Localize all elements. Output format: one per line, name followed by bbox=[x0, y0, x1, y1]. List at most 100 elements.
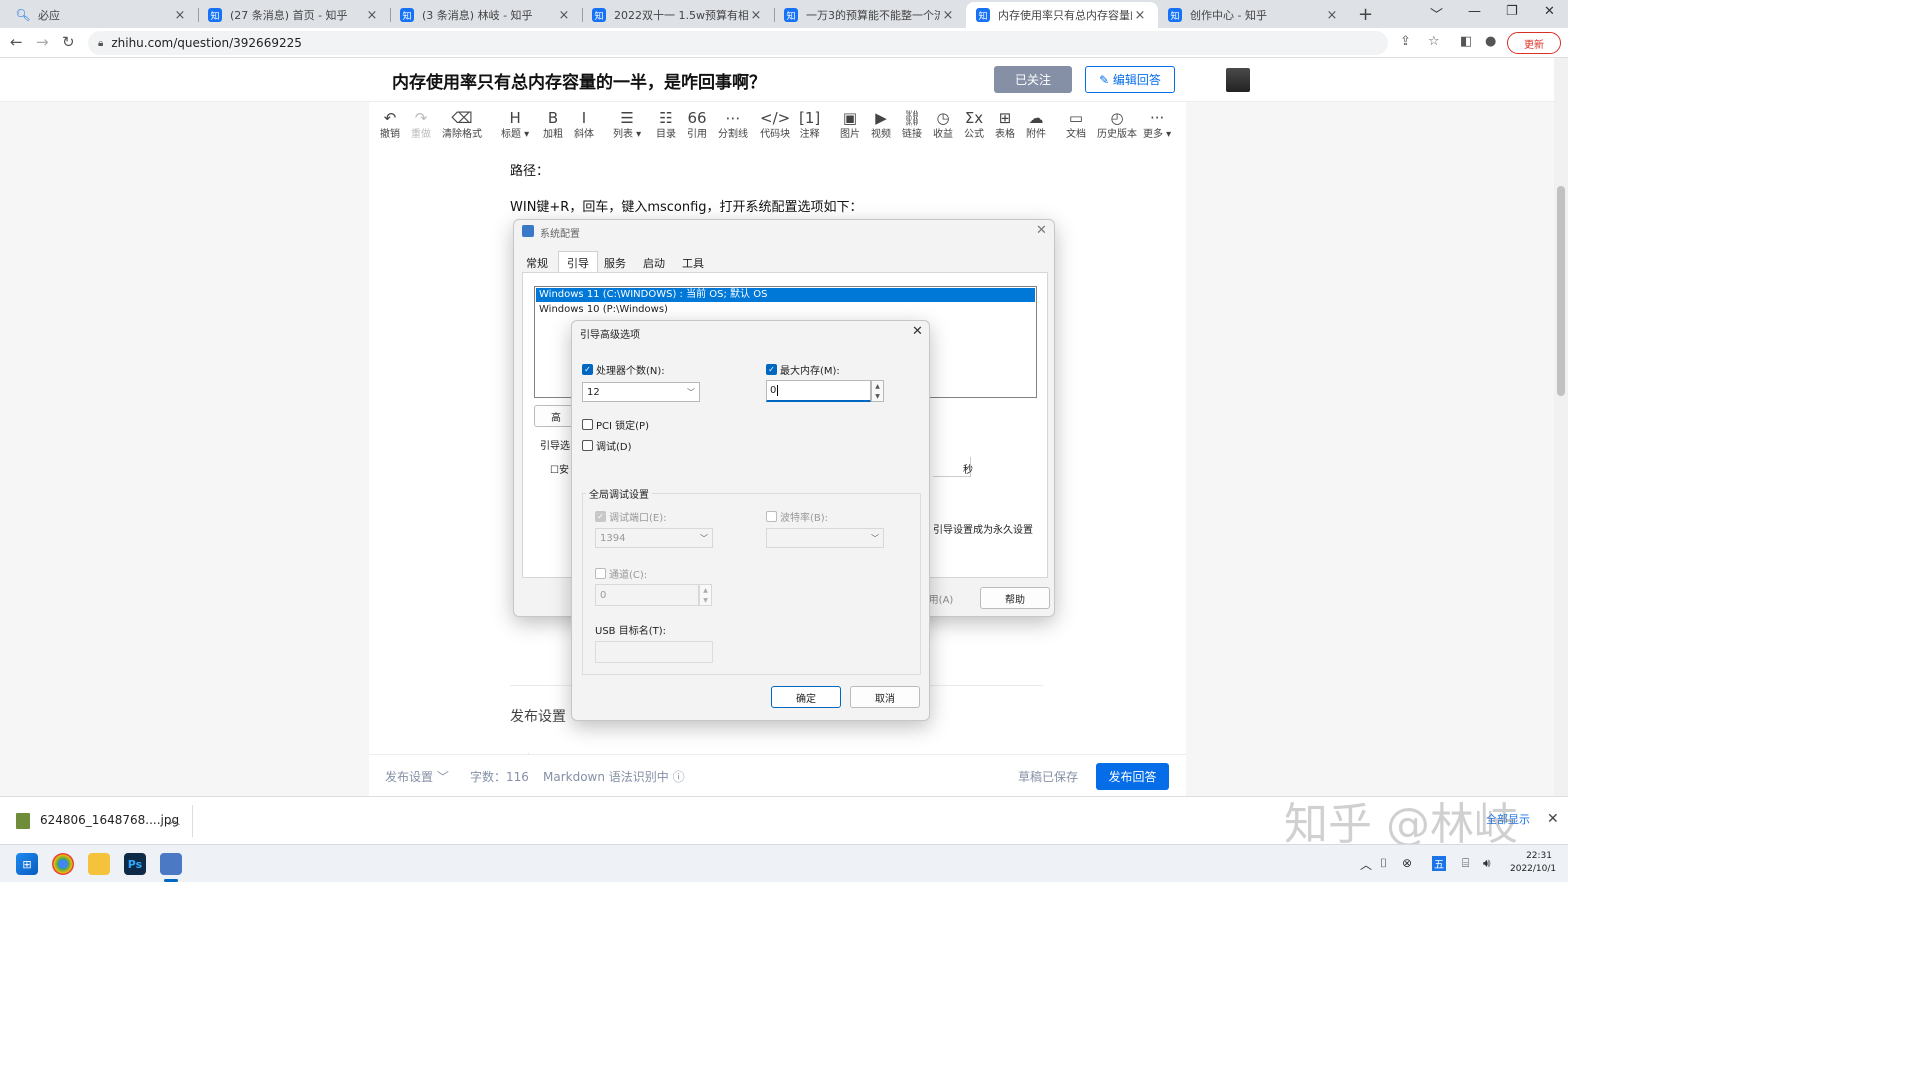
edit-answer-button[interactable]: ✎ 编辑回答 bbox=[1085, 66, 1175, 93]
bold-button[interactable]: B 加粗 bbox=[543, 108, 563, 141]
browser-tab-memory-question[interactable]: 知 内存使用率只有总内存容量的一… × bbox=[966, 2, 1158, 28]
ok-button[interactable]: 确定 bbox=[771, 686, 841, 708]
video-button[interactable]: ▶ 视频 bbox=[871, 108, 891, 141]
num-processors-select[interactable]: 12 ﹀ bbox=[582, 382, 700, 402]
list-item[interactable]: Windows 10 (P:\Windows) bbox=[536, 303, 1035, 317]
volume-icon[interactable]: 🔊︎ bbox=[1483, 856, 1491, 871]
minimize-icon[interactable]: — bbox=[1468, 4, 1481, 19]
page-scrollbar[interactable] bbox=[1554, 58, 1568, 796]
photoshop-icon[interactable]: Ps bbox=[124, 853, 146, 875]
browser-tab-linqi[interactable]: 知 (3 条消息) 林岐 - 知乎 × bbox=[390, 2, 582, 28]
bookmark-star-icon[interactable]: ☆ bbox=[1428, 34, 1440, 49]
close-icon[interactable]: × bbox=[1132, 8, 1148, 23]
close-icon[interactable]: × bbox=[748, 8, 764, 23]
followed-button[interactable]: 已关注 bbox=[994, 66, 1072, 93]
num-processors-checkbox[interactable]: ✓ 处理器个数(N): bbox=[582, 362, 665, 377]
browser-tab-zhihu-home[interactable]: 知 (27 条消息) 首页 - 知乎 × bbox=[198, 2, 390, 28]
spin-up-icon[interactable]: ▲ bbox=[703, 587, 708, 594]
link-button[interactable]: ⛓ 链接 bbox=[902, 108, 922, 141]
usb-icon[interactable]: ⌷ bbox=[1380, 856, 1387, 871]
max-memory-checkbox[interactable]: ✓ 最大内存(M): bbox=[766, 362, 840, 377]
debug-port-select[interactable]: 1394 ﹀ bbox=[595, 528, 713, 548]
footnote-button[interactable]: [1] 注释 bbox=[799, 108, 820, 141]
quote-button[interactable]: 66 引用 bbox=[687, 108, 707, 141]
image-button[interactable]: ▣ 图片 bbox=[840, 108, 860, 141]
spin-down-icon[interactable]: ▼ bbox=[703, 597, 708, 604]
baud-rate-checkbox[interactable]: 波特率(B): bbox=[766, 509, 828, 524]
url-omnibox[interactable]: 🔒︎ zhihu.com/question/392669225 bbox=[88, 31, 1388, 55]
clear-format-button[interactable]: ⌫ 清除格式 bbox=[442, 108, 482, 141]
back-arrow-icon[interactable]: ← bbox=[10, 33, 23, 51]
document-button[interactable]: ▭ 文档 bbox=[1066, 108, 1086, 141]
tab-startup[interactable]: 启动 bbox=[643, 255, 665, 271]
attachment-button[interactable]: ☁ 附件 bbox=[1026, 108, 1046, 141]
chrome-icon[interactable] bbox=[52, 853, 74, 875]
channel-checkbox[interactable]: 通道(C): bbox=[595, 566, 647, 581]
share-icon[interactable]: ⇪ bbox=[1400, 34, 1411, 49]
reload-icon[interactable]: ↻ bbox=[62, 33, 75, 51]
spin-up-icon[interactable]: ▲ bbox=[875, 383, 880, 390]
table-button[interactable]: ⊞ 表格 bbox=[995, 108, 1015, 141]
help-button[interactable]: 帮助 bbox=[980, 587, 1050, 609]
heading-button[interactable]: H 标题 ▾ bbox=[501, 108, 529, 141]
redo-button[interactable]: ↷ 重做 bbox=[411, 108, 431, 141]
restore-icon[interactable]: ❐ bbox=[1506, 4, 1518, 19]
income-button[interactable]: ◷ 收益 bbox=[933, 108, 953, 141]
tab-services[interactable]: 服务 bbox=[604, 255, 626, 271]
close-icon[interactable]: × bbox=[364, 8, 380, 23]
list-button[interactable]: ☰ 列表 ▾ bbox=[613, 108, 641, 141]
download-filename[interactable]: 624806_1648768....jpg bbox=[40, 813, 179, 827]
chevron-up-icon[interactable]: ︿ bbox=[168, 811, 180, 828]
close-icon[interactable]: ✕ bbox=[1547, 811, 1559, 827]
browser-tab-bing[interactable]: 🔍︎ 必应 × bbox=[6, 2, 198, 28]
spin-down-icon[interactable]: ▼ bbox=[875, 393, 880, 400]
undo-button[interactable]: ↶ 撤销 bbox=[380, 108, 400, 141]
close-icon[interactable]: × bbox=[940, 8, 956, 23]
channel-input[interactable]: 0 bbox=[595, 584, 699, 606]
windows-start-icon[interactable]: ⊞ bbox=[16, 853, 38, 875]
formula-button[interactable]: Σx 公式 bbox=[964, 108, 984, 141]
cancel-button[interactable]: 取消 bbox=[850, 686, 920, 708]
forward-arrow-icon[interactable]: → bbox=[36, 33, 49, 51]
history-button[interactable]: ◴ 历史版本 bbox=[1097, 108, 1137, 141]
ime-indicator[interactable]: 五 bbox=[1432, 856, 1446, 871]
tab-tools[interactable]: 工具 bbox=[682, 255, 704, 271]
tab-search-chevron-icon[interactable]: ﹀ bbox=[1430, 4, 1443, 23]
pci-lock-checkbox[interactable]: PCI 锁定(P) bbox=[582, 417, 649, 432]
max-memory-spinner[interactable]: ▲ ▼ bbox=[871, 380, 884, 402]
divider-button[interactable]: ⋯ 分割线 bbox=[718, 108, 748, 141]
browser-tab-creator-center[interactable]: 知 创作中心 - 知乎 × bbox=[1158, 2, 1350, 28]
scrollbar-thumb[interactable] bbox=[1557, 186, 1565, 396]
vpn-icon[interactable]: ⊗ bbox=[1402, 856, 1412, 870]
network-icon[interactable]: ⌸ bbox=[1462, 856, 1469, 871]
msconfig-taskbar-icon[interactable] bbox=[160, 853, 182, 875]
more-button[interactable]: ··· 更多 ▾ bbox=[1143, 108, 1171, 141]
code-block-button[interactable]: </> 代码块 bbox=[760, 108, 790, 141]
max-memory-input[interactable]: 0 bbox=[766, 380, 871, 402]
browser-tab-double11[interactable]: 知 2022双十一 1.5w预算有相机推… × bbox=[582, 2, 774, 28]
close-icon[interactable]: × bbox=[172, 8, 188, 23]
close-icon[interactable]: × bbox=[556, 8, 572, 23]
debug-checkbox[interactable]: 调试(D) bbox=[582, 438, 632, 453]
usb-target-input[interactable] bbox=[595, 641, 713, 663]
baud-rate-select[interactable]: ﹀ bbox=[766, 528, 884, 548]
channel-spinner[interactable]: ▲ ▼ bbox=[699, 584, 712, 606]
tab-general[interactable]: 常规 bbox=[526, 255, 548, 271]
browser-tab-budget[interactable]: 知 一万3的预算能不能整一个流程… × bbox=[774, 2, 966, 28]
profile-icon[interactable]: ● bbox=[1485, 34, 1496, 49]
new-tab-plus-icon[interactable]: + bbox=[1358, 4, 1373, 25]
window-close-icon[interactable]: ✕ bbox=[1544, 4, 1555, 19]
toc-button[interactable]: ☷ 目录 bbox=[656, 108, 676, 141]
close-icon[interactable]: × bbox=[1324, 8, 1340, 23]
safe-boot-checkbox[interactable]: ☐安 bbox=[550, 461, 569, 476]
update-button[interactable]: 更新 bbox=[1507, 32, 1561, 54]
debug-port-checkbox[interactable]: ✓ 调试端口(E): bbox=[595, 509, 667, 524]
close-icon[interactable]: ✕ bbox=[912, 324, 923, 339]
list-item[interactable]: Windows 11 (C:\WINDOWS) : 当前 OS; 默认 OS bbox=[536, 288, 1035, 302]
close-icon[interactable]: ✕ bbox=[1036, 223, 1047, 238]
publish-settings-toggle[interactable]: 发布设置 ﹀ bbox=[385, 768, 449, 785]
side-panel-icon[interactable]: ◧ bbox=[1460, 34, 1472, 49]
system-clock[interactable]: 22:31 2022/10/1 bbox=[1510, 850, 1556, 876]
publish-answer-button[interactable]: 发布回答 bbox=[1096, 763, 1169, 790]
avatar[interactable] bbox=[1226, 68, 1250, 92]
